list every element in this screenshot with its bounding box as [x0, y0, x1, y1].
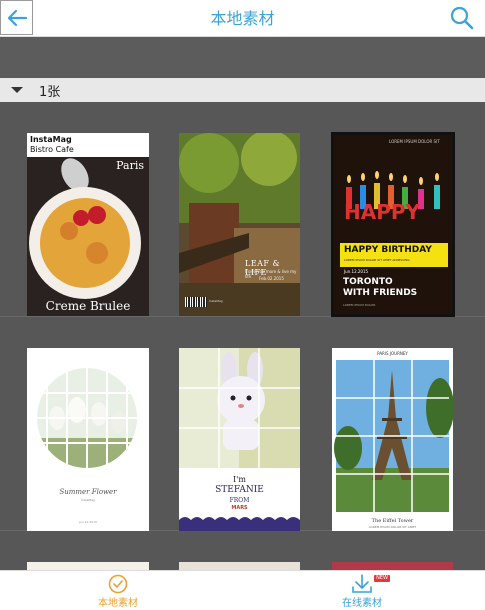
card-footer: InstaMag — [209, 299, 223, 303]
card-line-1: TORONTO — [343, 277, 393, 287]
card-subtitle: Bistro Cafe — [30, 145, 74, 154]
template-card-paris-journey[interactable]: PARIS JOURNEY The Eiffel Tower LOREM IPS… — [332, 348, 453, 531]
template-card-partial[interactable] — [179, 562, 300, 570]
street-photo — [179, 133, 300, 316]
card-brand: InstaMag — [30, 135, 72, 144]
nav-online-materials[interactable]: NEW 在线素材 — [322, 571, 402, 610]
nav-local-materials[interactable]: 本地素材 — [78, 571, 158, 610]
section-header[interactable]: 1张 — [0, 78, 485, 102]
tulip-photo — [37, 368, 137, 468]
card-title: The Eiffel Tower — [371, 518, 414, 524]
barcode-graphic — [185, 297, 207, 307]
template-card-partial[interactable] — [332, 562, 453, 570]
template-card-stefanie[interactable]: I'm STEFANIE FROM MARS — [179, 348, 300, 531]
card-title: Summer Flower — [59, 488, 117, 496]
template-card-leaf-life[interactable]: LEAF & LIFE I love you more & live my li… — [179, 133, 300, 316]
template-card-partial[interactable] — [27, 562, 149, 570]
card-dish: Creme Brulee — [45, 299, 131, 313]
card-header-text: LOREM IPSUM DOLOR SIT — [389, 139, 440, 144]
svg-text:HAPPY: HAPPY — [344, 200, 421, 224]
eiffel-tower-photo — [334, 360, 453, 512]
card-name: STEFANIE — [215, 485, 264, 495]
row-divider — [0, 316, 485, 317]
nav-local-label: 本地素材 — [98, 598, 138, 609]
download-icon — [352, 574, 372, 593]
card-title: HAPPY BIRTHDAY — [344, 245, 432, 255]
card-footer: Jun.12.2015 — [78, 520, 98, 524]
card-subtitle: LOREM IPSUM DOLOR SIT AMET — [368, 525, 417, 529]
template-grid: InstaMag Bistro Cafe Paris Creme Brulee … — [0, 102, 485, 570]
card-date: Feb.02.2015 — [259, 276, 284, 281]
card-line-1: I'm — [233, 475, 246, 484]
new-badge: NEW — [374, 575, 390, 582]
card-from: FROM — [229, 497, 250, 504]
collapse-triangle-icon[interactable] — [11, 87, 23, 93]
card-line-2: WITH FRIENDS — [343, 288, 418, 298]
template-card-happy-birthday[interactable]: HAPPY LOREM IPSUM DOLOR SIT HAPPY BIRTHD… — [331, 132, 455, 317]
bottom-nav: 本地素材 NEW 在线素材 — [0, 570, 485, 610]
section-count: 1张 — [39, 84, 61, 100]
card-header-text: PARIS JOURNEY — [377, 351, 408, 356]
search-icon — [450, 6, 474, 30]
header-spacer — [0, 37, 485, 78]
template-card-creme-brulee[interactable]: InstaMag Bistro Cafe Paris Creme Brulee — [27, 133, 149, 316]
template-card-summer-flower[interactable]: Summer Flower InstaMag Jun.12.2015 — [27, 348, 149, 531]
check-circle-icon — [108, 574, 128, 594]
card-planet: MARS — [231, 505, 248, 511]
page-title: 本地素材 — [210, 9, 275, 28]
app-header: 本地素材 — [0, 0, 485, 37]
card-footer: LOREM IPSUM DOLOR — [343, 303, 376, 307]
card-subtitle: InstaMag — [81, 498, 95, 502]
nav-online-label: 在线素材 — [342, 598, 382, 609]
card-date: Jun.12.2015 — [344, 269, 369, 274]
search-button[interactable] — [449, 5, 475, 31]
card-city: Paris — [116, 159, 144, 172]
card-subtitle: LOREM IPSUM DOLOR SIT AMET ADIPISCING — [344, 258, 410, 262]
